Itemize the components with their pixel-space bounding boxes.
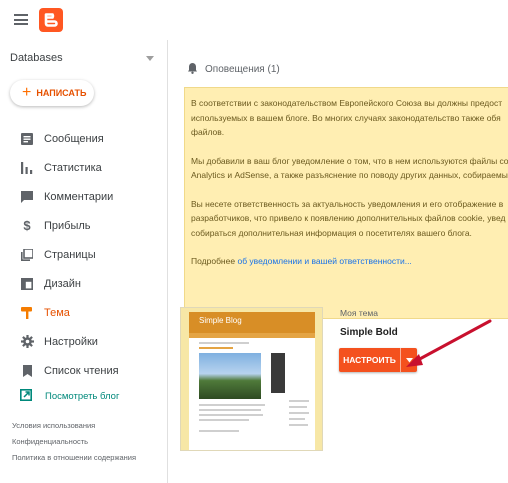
blogger-logo[interactable] (39, 8, 63, 32)
my-theme-label: Моя тема (340, 308, 378, 318)
preview-line (289, 412, 309, 414)
sidebar-item-reading-list[interactable]: Список чтения (0, 356, 167, 385)
blog-selector[interactable]: Databases (10, 52, 158, 68)
notice-line: собираться дополнительная информация о п… (191, 227, 472, 238)
sidebar: Databases + НАПИСАТЬ Сообщения Статистик… (0, 40, 168, 483)
theme-preview-photo (199, 353, 261, 399)
sidebar-item-label: Тема (44, 306, 70, 319)
notice-more-link[interactable]: об уведомлении и вашей ответственности..… (237, 256, 411, 266)
chevron-down-icon (146, 56, 154, 61)
sidebar-item-pages[interactable]: Страницы (0, 240, 167, 269)
sidebar-item-comments[interactable]: Комментарии (0, 182, 167, 211)
notice-line: Мы добавили в ваш блог уведомление о том… (191, 155, 508, 166)
notice-line: В соответствии с законодательством Европ… (191, 98, 503, 108)
plus-icon: + (22, 84, 32, 101)
sidebar-item-label: Статистика (44, 161, 102, 174)
sidebar-item-label: Страницы (44, 248, 96, 261)
main-content: Оповещения (1) В соответствии с законода… (169, 40, 508, 483)
preview-line (199, 404, 265, 406)
notice-line: файлов. (191, 127, 225, 137)
view-blog-link[interactable]: Посмотреть блог (20, 389, 119, 404)
chevron-down-icon (405, 357, 413, 362)
sidebar-item-posts[interactable]: Сообщения (0, 124, 167, 153)
content-policy-link[interactable]: Политика в отношении содержания (12, 450, 136, 466)
sidebar-item-layout[interactable]: Дизайн (0, 269, 167, 298)
theme-preview-thumbnail[interactable]: Simple Blog (180, 307, 323, 451)
pages-icon (20, 248, 34, 262)
view-blog-label: Посмотреть блог (45, 391, 120, 402)
hamburger-menu-icon[interactable] (14, 14, 28, 25)
sidebar-item-label: Прибыль (44, 219, 91, 232)
notice-paragraph-2: Мы добавили в ваш блог уведомление о том… (191, 154, 508, 183)
terms-link[interactable]: Условия использования (12, 418, 136, 434)
preview-line (199, 347, 233, 349)
blog-name: Databases (10, 52, 63, 64)
footer-links: Условия использования Конфиденциальность… (12, 418, 136, 466)
preview-line (199, 430, 239, 432)
notice-more-prefix: Подробнее (191, 256, 236, 266)
theme-icon (20, 306, 34, 320)
sidebar-item-label: Список чтения (44, 364, 119, 377)
comments-icon (20, 190, 34, 204)
notice-line: разработчиков, что привело к появлению д… (191, 213, 506, 223)
sidebar-nav: Сообщения Статистика Комментарии $ Прибы… (0, 124, 167, 385)
posts-icon (20, 132, 34, 146)
notifications-header: Оповещения (1) (187, 62, 280, 77)
sidebar-item-label: Настройки (44, 335, 98, 348)
new-post-label: НАПИСАТЬ (36, 88, 87, 98)
notice-more: Подробнее об уведомлении и вашей ответст… (191, 254, 507, 269)
layout-icon (20, 277, 34, 291)
notice-line: используемых в вашем блоге. Во многих сл… (191, 112, 501, 123)
earnings-icon: $ (23, 218, 31, 233)
stats-icon (20, 161, 34, 175)
sidebar-item-theme[interactable]: Тема (0, 298, 167, 327)
preview-line (199, 409, 261, 411)
cookie-notice: В соответствии с законодательством Европ… (184, 87, 508, 319)
preview-line (199, 342, 249, 344)
notice-paragraph-3: Вы несете ответственность за актуальност… (191, 197, 507, 241)
new-post-button[interactable]: + НАПИСАТЬ (10, 80, 94, 106)
theme-preview-header: Simple Blog (189, 312, 315, 333)
sidebar-item-settings[interactable]: Настройки (0, 327, 167, 356)
preview-line (199, 419, 249, 421)
customize-button[interactable]: НАСТРОИТЬ (339, 348, 417, 372)
notice-line: Вы несете ответственность за актуальност… (191, 198, 504, 209)
theme-preview-sidebar (271, 353, 285, 393)
sidebar-item-label: Дизайн (44, 277, 81, 290)
sidebar-item-label: Комментарии (44, 190, 114, 203)
notifications-title: Оповещения (1) (205, 64, 280, 75)
privacy-link[interactable]: Конфиденциальность (12, 434, 136, 450)
sidebar-item-earnings[interactable]: $ Прибыль (0, 211, 167, 240)
preview-line (199, 414, 263, 416)
bookmark-icon (20, 364, 34, 378)
sidebar-item-stats[interactable]: Статистика (0, 153, 167, 182)
sidebar-item-label: Сообщения (44, 132, 104, 145)
customize-dropdown-toggle[interactable] (401, 357, 417, 363)
notice-line: Analytics и AdSense, а также разъяснение… (191, 170, 508, 180)
preview-line (289, 400, 309, 402)
gear-icon (20, 335, 34, 349)
bell-icon (187, 62, 198, 77)
theme-preview-title: Simple Blog (199, 316, 242, 325)
customize-label[interactable]: НАСТРОИТЬ (339, 355, 400, 365)
notice-paragraph-1: В соответствии с законодательством Европ… (191, 96, 507, 140)
preview-line (289, 424, 308, 426)
open-external-icon (20, 389, 32, 404)
top-bar (0, 0, 508, 40)
theme-name: Simple Bold (340, 327, 398, 338)
preview-line (289, 418, 305, 420)
preview-line (289, 406, 307, 408)
